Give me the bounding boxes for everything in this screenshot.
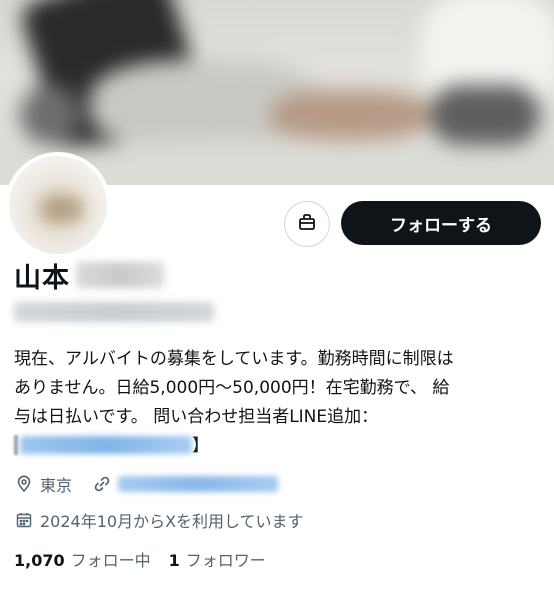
following-link[interactable]: 1,070 フォロー中 (14, 547, 151, 571)
followers-label: フォロワー (185, 551, 266, 570)
link-icon (92, 474, 112, 494)
followers-count: 1 (168, 551, 180, 570)
bio-link-redacted[interactable] (20, 436, 192, 454)
location-icon (14, 474, 34, 494)
followers-link[interactable]: 1 フォロワー (169, 547, 266, 571)
display-name: 山本 (14, 262, 70, 294)
profile-website-link-redacted[interactable] (118, 476, 279, 492)
bio-close-bracket: 】 (192, 436, 209, 456)
joined-row: 2024年10月からXを利用しています (14, 508, 304, 532)
username-redacted (14, 302, 214, 322)
following-count: 1,070 (14, 551, 65, 570)
follow-stats: 1,070 フォロー中 1 フォロワー (14, 547, 266, 571)
bio-line: ありません。日給5,000円〜50,000円！在宅勤務で、 給 (14, 378, 450, 398)
joined-date: 2024年10月からXを利用しています (40, 512, 304, 531)
bio-open-bracket-redacted (14, 435, 18, 455)
gift-button[interactable] (284, 201, 330, 247)
follow-button-label: フォローする (390, 215, 492, 236)
bio-line: 現在、アルバイトの募集をしています。勤務時間に制限は (14, 349, 454, 369)
calendar-icon (14, 510, 34, 530)
avatar[interactable] (5, 152, 111, 258)
follow-button[interactable]: フォローする (341, 201, 541, 245)
following-label: フォロー中 (70, 551, 151, 570)
profile-bio: 現在、アルバイトの募集をしています。勤務時間に制限は ありません。日給5,000… (14, 345, 544, 461)
bio-line-link: 】 (14, 432, 544, 461)
profile-location: 東京 (40, 476, 73, 495)
display-name-row: 山本 (14, 258, 164, 294)
bio-line: 与は日払いです。 問い合わせ担当者LINE追加： (14, 407, 379, 427)
display-name-redacted (76, 262, 164, 288)
profile-meta-row: 東京 (14, 472, 279, 496)
gift-icon (297, 212, 317, 236)
